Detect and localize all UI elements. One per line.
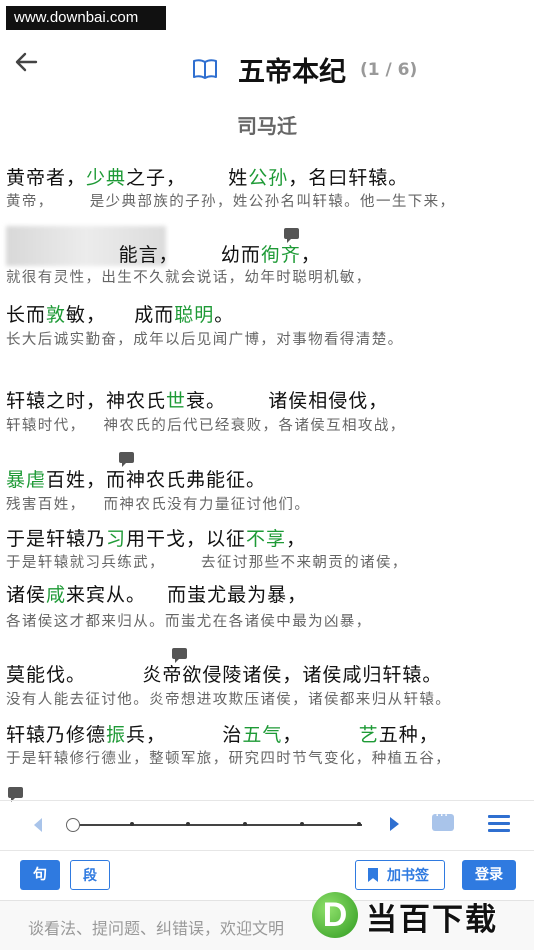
- line-text: 于是轩辕乃: [6, 528, 107, 550]
- comment-placeholder: 谈看法、提问题、纠错误，欢迎文明: [28, 919, 285, 938]
- logo-text: 当百下载: [366, 902, 498, 938]
- translation-line: 没有人能去征讨他。炎帝想进攻欺压诸侯，诸侯都来归从轩辕。: [6, 692, 452, 708]
- line-text: 诸侯: [6, 584, 47, 606]
- original-line[interactable]: 能言， 幼而徇齐，: [6, 240, 321, 267]
- original-line[interactable]: 黄帝者，少典之子， 姓公孙，名曰轩辕。: [6, 163, 408, 190]
- sentence-button[interactable]: 句: [20, 860, 60, 890]
- line-text: 敏， 成而: [66, 304, 175, 326]
- site-logo: D 当百下载: [312, 890, 534, 940]
- logo-mark: D: [312, 892, 358, 938]
- line-text: 百姓，而神农氏弗能征。: [46, 469, 267, 491]
- original-line[interactable]: 于是轩辕乃习用干戈，以征不享，: [6, 524, 306, 551]
- divider: [0, 850, 534, 851]
- title-row: 五帝本纪 (1 / 6): [0, 50, 534, 90]
- menu-icon[interactable]: [488, 814, 510, 832]
- line-text: 兵， 治: [126, 724, 243, 746]
- translation-line: 轩辕时代， 神农氏的后代已经衰败，各诸侯互相攻战，: [6, 418, 406, 434]
- line-text: ，: [300, 244, 321, 266]
- page-title: 五帝本纪: [238, 57, 346, 88]
- comment-icon[interactable]: [8, 780, 23, 802]
- login-button[interactable]: 登录: [462, 860, 516, 890]
- highlighted-term[interactable]: 咸: [46, 584, 66, 606]
- reading-progress-bar: [0, 800, 534, 850]
- highlighted-term[interactable]: 暴虐: [6, 469, 46, 491]
- line-text: ，名曰轩辕。: [288, 167, 409, 189]
- comment-icon[interactable]: [119, 445, 134, 467]
- translation-line: 于是轩辕就习兵练武， 去征讨那些不来朝贡的诸侯，: [6, 555, 408, 571]
- original-line[interactable]: 轩辕之时，神农氏世衰。 诸侯相侵伐，: [6, 386, 388, 413]
- translation-line: 就很有灵性，出生不久就会说话，幼年时聪明机敏，: [6, 270, 372, 286]
- highlighted-term[interactable]: 聪明: [174, 304, 214, 326]
- comment-icon[interactable]: [172, 641, 187, 663]
- line-text: 轩辕之时，神农氏: [6, 390, 167, 412]
- bookmark-label: 加书签: [387, 868, 429, 884]
- progress-tick: [186, 822, 190, 826]
- highlighted-term[interactable]: 敦: [46, 304, 66, 326]
- translation-line: 于是轩辕修行德业，整顿军旅，研究四时节气变化，种植五谷，: [6, 751, 452, 767]
- original-line[interactable]: 莫能伐。 炎帝欲侵陵诸侯，诸侯咸归轩辕。: [6, 660, 442, 687]
- progress-tick: [357, 822, 361, 826]
- line-text: 来宾从。 而蚩尤最为暴，: [66, 584, 308, 606]
- bookmark-icon: [368, 868, 378, 882]
- progress-knob[interactable]: [66, 818, 80, 832]
- chapter-counter: (1 / 6): [360, 60, 418, 80]
- comment-icon[interactable]: [284, 221, 299, 243]
- original-line[interactable]: 轩辕乃修德振兵， 治五气， 艺五种，: [6, 720, 439, 747]
- highlighted-term[interactable]: 徇齐: [261, 244, 301, 266]
- highlighted-term[interactable]: 艺: [359, 724, 379, 746]
- author: 司马迁: [237, 114, 297, 138]
- line-text: 轩辕乃修德: [6, 724, 107, 746]
- translation-line: 黄帝， 是少典部族的子孙，姓公孙名叫轩辕。他一生下来，: [6, 194, 456, 210]
- line-text: 长而: [6, 304, 47, 326]
- original-line[interactable]: 长而敦敏， 成而聪明。: [6, 300, 234, 327]
- highlighted-term[interactable]: 习: [106, 528, 126, 550]
- next-icon[interactable]: [390, 817, 399, 831]
- highlighted-term[interactable]: 公孙: [248, 167, 288, 189]
- line-text: ，: [282, 724, 359, 746]
- translation-line: 残害百姓， 而神农氏没有力量征讨他们。: [6, 497, 311, 513]
- line-text: ，: [286, 528, 307, 550]
- line-text: 。: [214, 304, 235, 326]
- line-text: 用干戈，以征: [126, 528, 247, 550]
- book-icon[interactable]: [192, 58, 218, 80]
- progress-track[interactable]: [72, 824, 362, 826]
- highlighted-term[interactable]: 世: [166, 390, 186, 412]
- chat-icon[interactable]: [432, 808, 454, 831]
- highlighted-term[interactable]: 少典: [86, 167, 126, 189]
- original-line[interactable]: 暴虐百姓，而神农氏弗能征。: [6, 465, 266, 492]
- highlighted-term[interactable]: 振: [106, 724, 126, 746]
- translation-line: 各诸侯这才都来归从。而蚩尤在各诸侯中最为凶暴，: [6, 614, 372, 630]
- line-text: 能言， 幼而: [6, 244, 261, 266]
- line-text: 衰。 诸侯相侵伐，: [186, 390, 389, 412]
- highlighted-term[interactable]: 五气: [242, 724, 282, 746]
- progress-tick: [300, 822, 304, 826]
- progress-tick: [130, 822, 134, 826]
- progress-tick: [243, 822, 247, 826]
- highlighted-term[interactable]: 不享: [246, 528, 286, 550]
- paragraph-button[interactable]: 段: [70, 860, 110, 890]
- original-line[interactable]: 诸侯咸来宾从。 而蚩尤最为暴，: [6, 580, 307, 607]
- bookmark-button[interactable]: 加书签: [355, 860, 445, 890]
- line-text: 黄帝者，: [6, 167, 87, 189]
- line-text: 之子， 姓: [126, 167, 249, 189]
- prev-icon[interactable]: [34, 818, 42, 832]
- watermark: www.downbai.com: [6, 6, 166, 30]
- line-text: 莫能伐。 炎帝欲侵陵诸侯，诸侯咸归轩辕。: [6, 664, 443, 686]
- translation-line: 长大后诚实勤奋，成年以后见闻广博，对事物看得清楚。: [6, 332, 404, 348]
- line-text: 五种，: [378, 724, 439, 746]
